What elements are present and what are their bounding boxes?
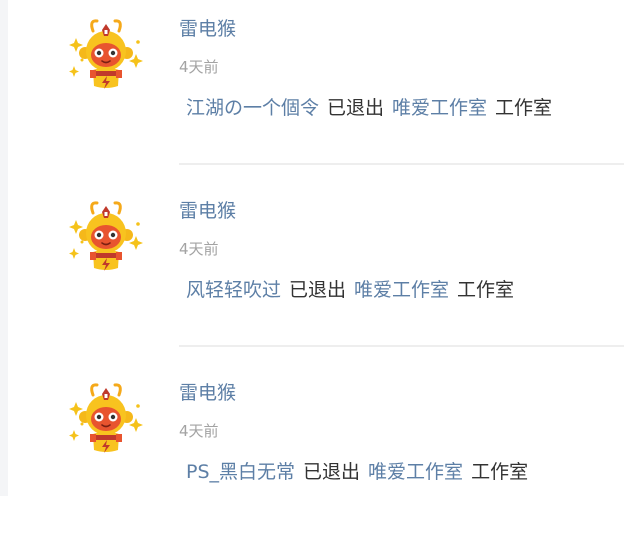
avatar[interactable] <box>66 16 146 96</box>
avatar[interactable] <box>66 380 146 460</box>
group-suffix-text: 工作室 <box>495 97 553 119</box>
monkey-mascot-icon <box>69 201 143 271</box>
avatar[interactable] <box>66 198 146 278</box>
monkey-mascot-icon <box>69 383 143 453</box>
user-name-link[interactable]: 雷电猴 <box>179 380 236 406</box>
group-name-link[interactable]: 唯爱工作室 <box>392 97 487 119</box>
group-suffix-text: 工作室 <box>457 279 515 301</box>
post-timestamp: 4天前 <box>179 58 219 76</box>
action-text: 已退出 <box>289 279 347 301</box>
user-name-link[interactable]: 雷电猴 <box>179 198 236 224</box>
feed-item: 雷电猴 4天前 江湖の一个個令 已退出 唯爱工作室 工作室 <box>0 0 624 182</box>
user-name-link[interactable]: 雷电猴 <box>179 16 236 42</box>
activity-message: PS_黑白无常 已退出 唯爱工作室 工作室 <box>186 458 528 486</box>
feed-item: 雷电猴 4天前 风轻轻吹过 已退出 唯爱工作室 工作室 <box>0 182 624 364</box>
monkey-mascot-icon <box>69 19 143 89</box>
group-name-link[interactable]: 唯爱工作室 <box>368 461 463 483</box>
action-text: 已退出 <box>303 461 361 483</box>
activity-message: 风轻轻吹过 已退出 唯爱工作室 工作室 <box>186 276 514 304</box>
group-name-link[interactable]: 唯爱工作室 <box>354 279 449 301</box>
divider <box>179 345 624 347</box>
post-timestamp: 4天前 <box>179 240 219 258</box>
activity-feed: 雷电猴 4天前 江湖の一个個令 已退出 唯爱工作室 工作室 雷电猴 4天前 风轻… <box>0 0 624 496</box>
activity-message: 江湖の一个個令 已退出 唯爱工作室 工作室 <box>186 94 552 122</box>
divider <box>179 163 624 165</box>
group-suffix-text: 工作室 <box>471 461 529 483</box>
post-timestamp: 4天前 <box>179 422 219 440</box>
feed-item: 雷电猴 4天前 PS_黑白无常 已退出 唯爱工作室 工作室 <box>0 364 624 546</box>
member-name-link[interactable]: 风轻轻吹过 <box>186 279 281 301</box>
member-name-link[interactable]: PS_黑白无常 <box>186 461 295 483</box>
member-name-link[interactable]: 江湖の一个個令 <box>186 97 319 119</box>
action-text: 已退出 <box>327 97 385 119</box>
